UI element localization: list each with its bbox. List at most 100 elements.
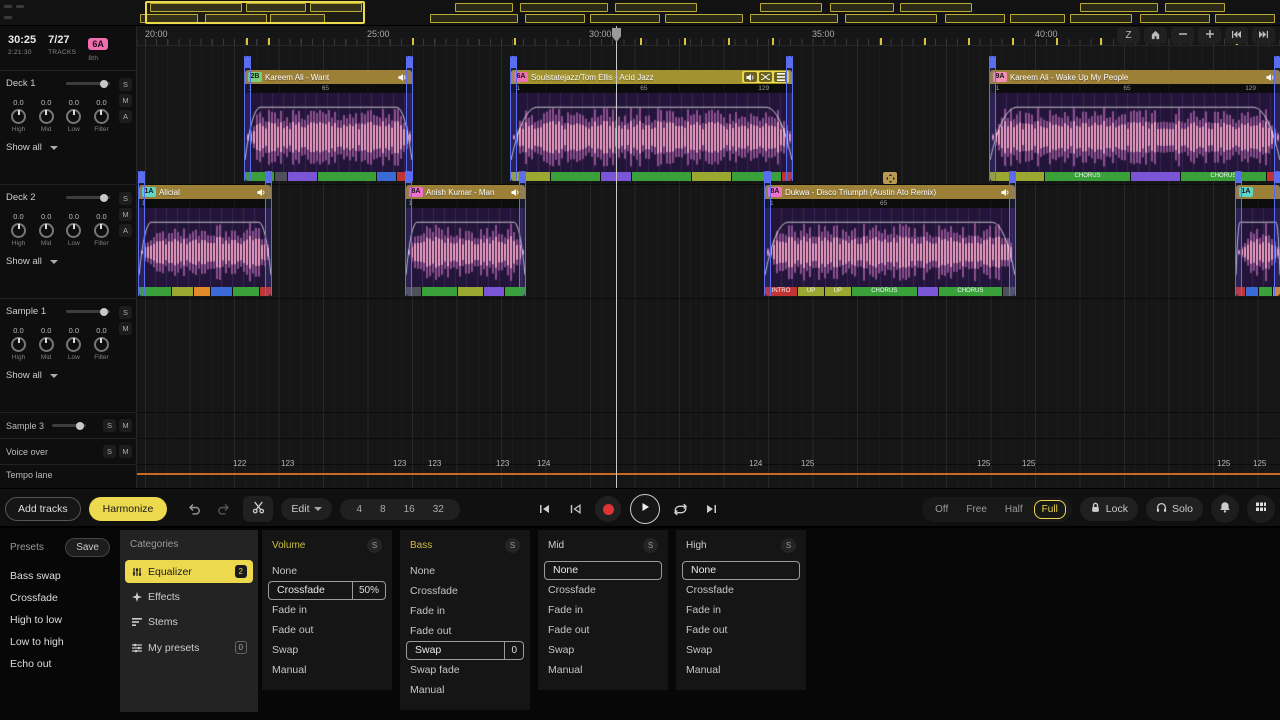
knob-mid[interactable]: 0.0Mid: [34, 326, 59, 361]
library-button[interactable]: [1247, 495, 1275, 523]
clip-soulstatejazz-tom-ellis-acid-jazz[interactable]: 6ASoulstatejazz/Tom Ellis - Acid Jazz165…: [511, 70, 792, 181]
lane-button-m[interactable]: M: [119, 419, 132, 432]
clip-kareem-ali-wake-up-my-people[interactable]: 9AKareem Ali - Wake Up My People165129CH…: [990, 70, 1280, 181]
cue-marker-left[interactable]: [510, 56, 517, 181]
option-manual[interactable]: Manual: [262, 660, 392, 680]
slider-thumb[interactable]: [100, 80, 108, 88]
clip-dukwa-disco-triumph-austin-ato-remix-[interactable]: 8ADukwa - Disco Triumph (Austin Ato Remi…: [765, 185, 1015, 296]
redo-button[interactable]: [213, 498, 235, 520]
clip-header[interactable]: 9AKareem Ali - Wake Up My People: [990, 70, 1280, 84]
preset-item-echo-out[interactable]: Echo out: [0, 653, 118, 675]
solo-badge[interactable]: S: [781, 538, 796, 553]
knob-dial[interactable]: [66, 109, 81, 124]
knob-low[interactable]: 0.0Low: [61, 212, 86, 247]
preset-item-bass-swap[interactable]: Bass swap: [0, 565, 118, 587]
option-swap-fade[interactable]: Swap fade: [400, 660, 530, 680]
cue-marker-left[interactable]: [244, 56, 251, 181]
clip-header[interactable]: 6ASoulstatejazz/Tom Ellis - Acid Jazz: [511, 70, 792, 84]
option-fade-in[interactable]: Fade in: [400, 601, 530, 621]
cue-marker-left[interactable]: [1235, 171, 1242, 296]
tempo-automation-line[interactable]: [137, 473, 1280, 475]
quantize-32[interactable]: 32: [433, 504, 444, 515]
slider-thumb[interactable]: [100, 194, 108, 202]
edit-dropdown[interactable]: Edit: [281, 498, 332, 520]
volume-slider[interactable]: [66, 310, 110, 313]
category-effects[interactable]: Effects: [125, 586, 253, 608]
show-all-dropdown[interactable]: Show all: [6, 256, 130, 267]
cue-marker-right[interactable]: [519, 171, 526, 296]
harmonize-button[interactable]: Harmonize: [89, 497, 168, 521]
clip-header[interactable]: 8AAnish Kumar - Man: [406, 185, 525, 199]
cue-marker-right[interactable]: [265, 171, 272, 296]
option-none[interactable]: None: [682, 561, 800, 580]
preset-item-high-to-low[interactable]: High to low: [0, 609, 118, 631]
solo-badge[interactable]: S: [643, 538, 658, 553]
option-fade-in[interactable]: Fade in: [676, 600, 806, 620]
move-transition-handle[interactable]: [883, 172, 897, 184]
timeline-canvas[interactable]: 2BKareem Ali - Want165 6ASoulstatejazz/To…: [137, 46, 1280, 488]
knob-dial[interactable]: [94, 337, 109, 352]
cue-marker-right[interactable]: [786, 56, 793, 181]
sync-mode-full[interactable]: Full: [1034, 500, 1066, 519]
knob-mid[interactable]: 0.0Mid: [34, 98, 59, 133]
cue-marker-right[interactable]: [1274, 56, 1280, 181]
cue-marker-left[interactable]: [405, 171, 412, 296]
sync-mode-half[interactable]: Half: [998, 501, 1030, 518]
knob-filter[interactable]: 0.0Filter: [89, 98, 114, 133]
option-fade-out[interactable]: Fade out: [676, 620, 806, 640]
record-button[interactable]: [595, 496, 621, 522]
lane-button-m[interactable]: M: [119, 445, 132, 458]
knob-dial[interactable]: [66, 337, 81, 352]
solo-button[interactable]: Solo: [1146, 497, 1203, 521]
time-ruler[interactable]: 20:0025:0030:0035:0040:00 Z: [137, 26, 1280, 46]
knob-low[interactable]: 0.0Low: [61, 98, 86, 133]
option-swap[interactable]: Swap: [538, 640, 668, 660]
clip-anish-kumar-man[interactable]: 8AAnish Kumar - Man1: [406, 185, 525, 296]
timeline-minimap[interactable]: [0, 0, 1280, 26]
option-none[interactable]: None: [400, 561, 530, 581]
jump-to-cue-button[interactable]: [564, 498, 586, 520]
knob-dial[interactable]: [94, 223, 109, 238]
volume-slider[interactable]: [66, 196, 110, 199]
solo-badge[interactable]: S: [505, 538, 520, 553]
option-manual[interactable]: Manual: [400, 680, 530, 700]
knob-filter[interactable]: 0.0Filter: [89, 326, 114, 361]
jump-back-button[interactable]: [1225, 27, 1248, 44]
option-manual[interactable]: Manual: [538, 660, 668, 680]
knob-dial[interactable]: [39, 223, 54, 238]
clip-alicial[interactable]: 1AAlicial1: [139, 185, 271, 296]
preset-item-crossfade[interactable]: Crossfade: [0, 587, 118, 609]
solo-badge[interactable]: S: [367, 538, 382, 553]
option-fade-out[interactable]: Fade out: [538, 620, 668, 640]
auto-fit-button[interactable]: Z: [1117, 27, 1140, 44]
lane-button-s[interactable]: S: [119, 78, 132, 91]
knob-dial[interactable]: [11, 109, 26, 124]
loop-button[interactable]: [669, 498, 691, 520]
playhead[interactable]: [616, 26, 617, 488]
knob-mid[interactable]: 0.0Mid: [34, 212, 59, 247]
lane-button-m[interactable]: M: [119, 322, 132, 335]
zoom-in-button[interactable]: [1198, 27, 1221, 44]
option-fade-out[interactable]: Fade out: [400, 621, 530, 641]
cue-marker-left[interactable]: [138, 171, 145, 296]
lane-button-m[interactable]: M: [119, 208, 132, 221]
option-fade-in[interactable]: Fade in: [262, 600, 392, 620]
knob-dial[interactable]: [11, 223, 26, 238]
option-fade-out[interactable]: Fade out: [262, 620, 392, 640]
sync-mode-free[interactable]: Free: [959, 501, 994, 518]
knob-dial[interactable]: [66, 223, 81, 238]
add-tracks-button[interactable]: Add tracks: [5, 497, 81, 521]
lock-button[interactable]: Lock: [1080, 497, 1138, 521]
clip-header[interactable]: 2BKareem Ali - Want: [245, 70, 412, 84]
option-swap[interactable]: Swap: [676, 640, 806, 660]
lane-button-a[interactable]: A: [119, 110, 132, 123]
knob-filter[interactable]: 0.0Filter: [89, 212, 114, 247]
knob-dial[interactable]: [94, 109, 109, 124]
option-crossfade[interactable]: Crossfade: [676, 580, 806, 600]
clip-header[interactable]: 1AAlicial: [139, 185, 271, 199]
show-all-dropdown[interactable]: Show all: [6, 142, 130, 153]
option-crossfade[interactable]: Crossfade: [400, 581, 530, 601]
knob-high[interactable]: 0.0High: [6, 212, 31, 247]
clip-kareem-ali-want[interactable]: 2BKareem Ali - Want165: [245, 70, 412, 181]
quantize-4[interactable]: 4: [356, 504, 362, 515]
